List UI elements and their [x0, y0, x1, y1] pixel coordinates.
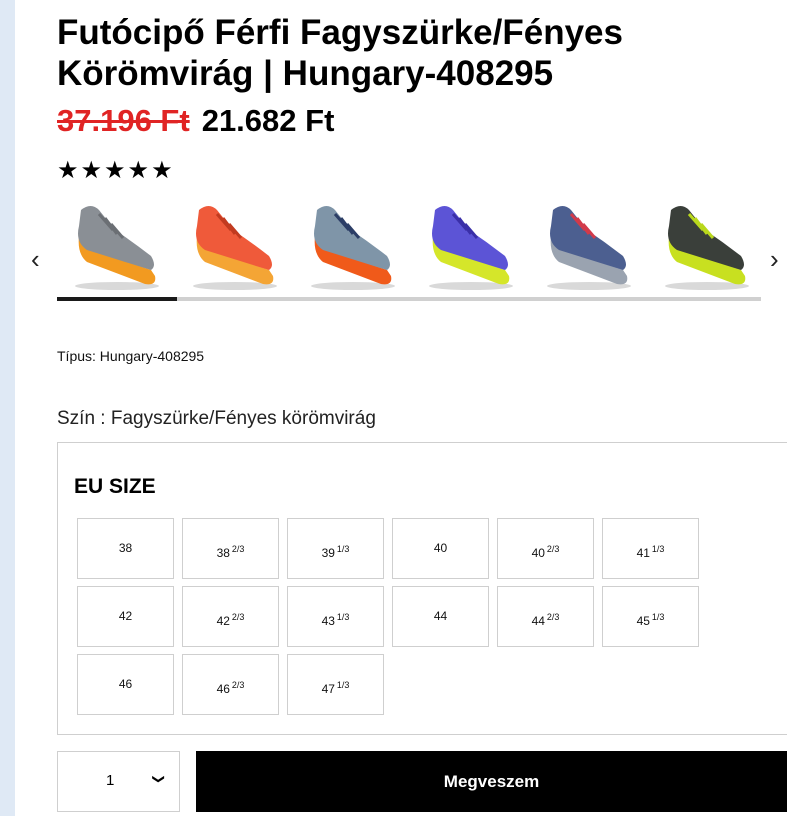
shoe-image — [311, 206, 395, 290]
size-fraction: 2/3 — [231, 612, 245, 622]
size-option-42[interactable]: 42 — [77, 586, 174, 647]
price-row: 37.196 Ft 21.682 Ft — [57, 101, 334, 141]
chevron-left-icon[interactable]: ‹ — [31, 244, 40, 274]
shoe-image — [193, 206, 277, 290]
size-fraction: 1/3 — [651, 612, 665, 622]
size-label: 43 1/3 — [321, 612, 350, 628]
size-label: 44 2/3 — [531, 612, 560, 628]
carousel-scrollbar[interactable] — [57, 297, 761, 301]
carousel-scroll-thumb[interactable] — [57, 297, 177, 301]
rating-stars: ★★★★★ — [57, 157, 175, 184]
size-fraction: 2/3 — [546, 612, 560, 622]
size-label: 46 2/3 — [216, 680, 245, 696]
buy-button[interactable]: Megveszem — [196, 751, 787, 812]
shoe-image — [665, 206, 749, 290]
size-label: 40 — [433, 541, 448, 555]
size-fraction: 1/3 — [336, 544, 350, 554]
size-option-40-2-3[interactable]: 40 2/3 — [497, 518, 594, 579]
color-carousel: ‹ › — [15, 196, 787, 306]
size-option-44-2-3[interactable]: 44 2/3 — [497, 586, 594, 647]
shoe-thumbnail[interactable] — [57, 196, 175, 292]
shoe-thumbnail[interactable] — [411, 196, 529, 292]
size-option-46-2-3[interactable]: 46 2/3 — [182, 654, 279, 715]
size-option-42-2-3[interactable]: 42 2/3 — [182, 586, 279, 647]
shoe-image — [75, 206, 159, 290]
size-label: 44 — [433, 609, 448, 623]
size-label: 40 2/3 — [531, 544, 560, 560]
size-label: 46 — [118, 677, 133, 691]
old-price: 37.196 Ft — [57, 103, 190, 138]
size-label: 38 2/3 — [216, 544, 245, 560]
size-option-47-1-3[interactable]: 47 1/3 — [287, 654, 384, 715]
product-title: Futócipő Férfi Fagyszürke/Fényes Körömvi… — [57, 13, 623, 93]
shoe-image — [429, 206, 513, 290]
size-option-41-1-3[interactable]: 41 1/3 — [602, 518, 699, 579]
size-option-40[interactable]: 40 — [392, 518, 489, 579]
size-option-38[interactable]: 38 — [77, 518, 174, 579]
size-heading: EU SIZE — [74, 475, 156, 498]
size-option-43-1-3[interactable]: 43 1/3 — [287, 586, 384, 647]
shoe-thumbnail[interactable] — [293, 196, 411, 292]
size-label: 42 — [118, 609, 133, 623]
size-label: 42 2/3 — [216, 612, 245, 628]
shoe-image — [547, 206, 631, 290]
chevron-right-icon[interactable]: › — [770, 244, 779, 274]
size-fraction: 1/3 — [336, 612, 350, 622]
size-label: 39 1/3 — [321, 544, 350, 560]
size-fraction: 2/3 — [546, 544, 560, 554]
chevron-down-icon: ❯ — [152, 773, 167, 785]
size-option-45-1-3[interactable]: 45 1/3 — [602, 586, 699, 647]
size-label: 47 1/3 — [321, 680, 350, 696]
quantity-value: 1 — [106, 772, 115, 789]
size-selector: EU SIZE 38 38 2/3 39 1/3 40 40 2/3 41 1/3 42 42 2/3 4… — [57, 442, 787, 735]
thumbnail-strip — [57, 196, 769, 292]
size-fraction: 1/3 — [651, 544, 665, 554]
size-option-38-2-3[interactable]: 38 2/3 — [182, 518, 279, 579]
product-type: Típus: Hungary-408295 — [57, 348, 205, 364]
shoe-thumbnail[interactable] — [175, 196, 293, 292]
size-fraction: 1/3 — [336, 680, 350, 690]
size-option-46[interactable]: 46 — [77, 654, 174, 715]
sale-price: 21.682 Ft — [201, 103, 335, 138]
shoe-thumbnail[interactable] — [529, 196, 647, 292]
size-option-44[interactable]: 44 — [392, 586, 489, 647]
size-label: 45 1/3 — [636, 612, 665, 628]
shoe-thumbnail[interactable] — [647, 196, 765, 292]
size-label: 38 — [118, 541, 133, 555]
size-option-39-1-3[interactable]: 39 1/3 — [287, 518, 384, 579]
size-fraction: 2/3 — [231, 680, 245, 690]
quantity-select[interactable]: 1 ❯ — [57, 751, 180, 812]
selected-color: Szín : Fagyszürke/Fényes körömvirág — [57, 408, 376, 429]
size-fraction: 2/3 — [231, 544, 245, 554]
product-page: Futócipő Férfi Fagyszürke/Fényes Körömvi… — [15, 0, 787, 816]
size-label: 41 1/3 — [636, 544, 665, 560]
